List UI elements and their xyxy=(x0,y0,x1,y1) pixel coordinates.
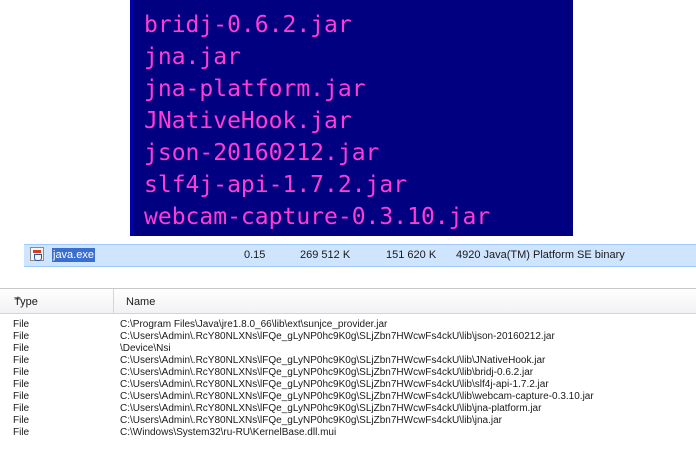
console-output-panel: bridj-0.6.2.jar jna.jar jna-platform.jar… xyxy=(130,0,573,244)
process-private-bytes: 269 512 K xyxy=(300,249,351,261)
table-row[interactable]: File C:\Users\Admin\.RcY80NLXNs\lFQe_gLyN… xyxy=(0,379,696,391)
handles-rows: File C:\Program Files\Java\jre1.8.0_66\li… xyxy=(0,319,696,439)
handle-type: File xyxy=(13,403,30,414)
table-row[interactable]: File C:\Users\Admin\.RcY80NLXNs\lFQe_gLyN… xyxy=(0,355,696,367)
handle-type: File xyxy=(13,355,30,366)
table-row[interactable]: File \Device\Nsi xyxy=(0,343,696,355)
table-row[interactable]: File C:\Windows\System32\ru-RU\KernelBase… xyxy=(0,427,696,439)
process-name: java.exe xyxy=(52,248,95,262)
process-working-set: 151 620 K xyxy=(386,249,437,261)
table-row[interactable]: File C:\Users\Admin\.RcY80NLXNs\lFQe_gLyN… xyxy=(0,403,696,415)
handles-table: Type Name File C:\Program Files\Java\jre1… xyxy=(0,288,696,470)
table-row[interactable]: File C:\Users\Admin\.RcY80NLXNs\lFQe_gLyN… xyxy=(0,331,696,343)
handle-type: File xyxy=(13,415,30,426)
table-row[interactable]: File C:\Program Files\Java\jre1.8.0_66\li… xyxy=(0,319,696,331)
handle-name: C:\Users\Admin\.RcY80NLXNs\lFQe_gLyNP0hc… xyxy=(120,331,555,342)
handle-name: C:\Windows\System32\ru-RU\KernelBase.dll… xyxy=(120,427,337,438)
handles-table-header: Type Name xyxy=(0,289,696,314)
table-row[interactable]: File C:\Users\Admin\.RcY80NLXNs\lFQe_gLyN… xyxy=(0,391,696,403)
handle-type: File xyxy=(13,331,30,342)
process-cpu: 0.15 xyxy=(244,249,266,261)
console-line: webcam-capture-0.3.10.jar xyxy=(144,204,491,230)
table-row[interactable]: File C:\Users\Admin\.RcY80NLXNs\lFQe_gLyN… xyxy=(0,415,696,427)
column-header-type-label: Type xyxy=(14,296,38,308)
handle-name: C:\Users\Admin\.RcY80NLXNs\lFQe_gLyNP0hc… xyxy=(120,415,502,426)
table-row[interactable]: File C:\Users\Admin\.RcY80NLXNs\lFQe_gLyN… xyxy=(0,367,696,379)
handle-name: C:\Program Files\Java\jre1.8.0_66\lib\ex… xyxy=(120,319,388,330)
handle-name: \Device\Nsi xyxy=(120,343,171,354)
handle-type: File xyxy=(13,343,30,354)
console-line: jna.jar xyxy=(144,44,241,70)
column-header-name-label: Name xyxy=(126,296,156,308)
java-app-icon xyxy=(30,247,44,261)
handle-type: File xyxy=(13,379,30,390)
handle-type: File xyxy=(13,391,30,402)
handle-name: C:\Users\Admin\.RcY80NLXNs\lFQe_gLyNP0hc… xyxy=(120,403,542,414)
handle-name: C:\Users\Admin\.RcY80NLXNs\lFQe_gLyNP0hc… xyxy=(120,367,534,378)
handle-name: C:\Users\Admin\.RcY80NLXNs\lFQe_gLyNP0hc… xyxy=(120,355,546,366)
console-line: jna-platform.jar xyxy=(144,76,366,102)
handle-name: C:\Users\Admin\.RcY80NLXNs\lFQe_gLyNP0hc… xyxy=(120,391,594,402)
screenshot-stage: bridj-0.6.2.jar jna.jar jna-platform.jar… xyxy=(0,0,696,470)
column-header-type[interactable]: Type xyxy=(0,289,114,313)
column-header-name[interactable]: Name xyxy=(114,289,696,313)
console-line: json-20160212.jar xyxy=(144,140,380,166)
process-row-java[interactable]: java.exe 0.15 269 512 K 151 620 K 4920 J… xyxy=(24,244,696,267)
handle-type: File xyxy=(13,367,30,378)
handle-type: File xyxy=(13,427,30,438)
process-list: java.exe 0.15 269 512 K 151 620 K 4920 J… xyxy=(0,236,696,284)
handle-type: File xyxy=(13,319,30,330)
process-pid-description: 4920 Java(TM) Platform SE binary xyxy=(456,249,625,261)
console-line: JNativeHook.jar xyxy=(144,108,352,134)
console-line: bridj-0.6.2.jar xyxy=(144,12,352,38)
console-line: slf4j-api-1.7.2.jar xyxy=(144,172,408,198)
handle-name: C:\Users\Admin\.RcY80NLXNs\lFQe_gLyNP0hc… xyxy=(120,379,549,390)
